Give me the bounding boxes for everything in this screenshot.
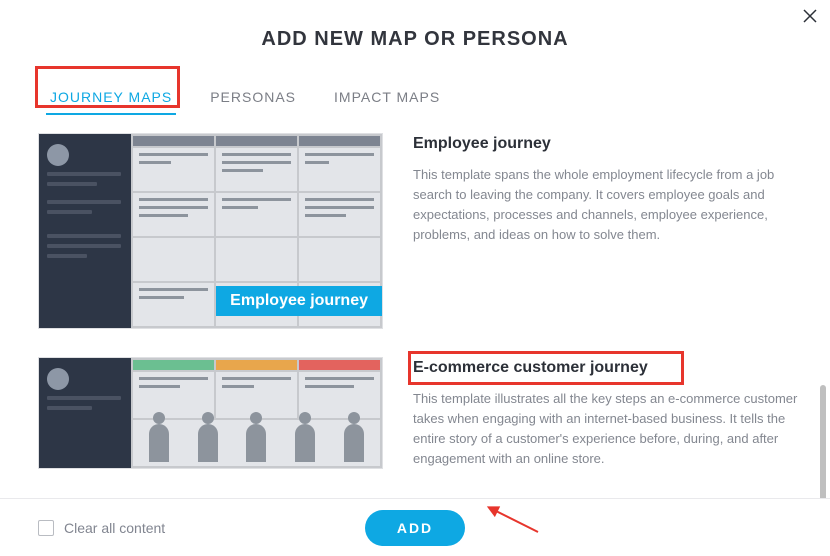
scrollbar-thumb[interactable]	[820, 385, 826, 499]
checkbox-icon	[38, 520, 54, 536]
template-row: E-commerce customer journey This templat…	[38, 357, 814, 470]
tab-personas[interactable]: PERSONAS	[206, 83, 300, 115]
template-description: This template illustrates all the key st…	[413, 389, 814, 470]
tab-impact-maps[interactable]: IMPACT MAPS	[330, 83, 444, 115]
template-thumb-ecommerce[interactable]	[38, 357, 383, 469]
template-info-employee: Employee journey This template spans the…	[413, 133, 814, 329]
close-icon[interactable]	[802, 8, 818, 29]
templates-scroll-area[interactable]: Employee journey Employee journey This t…	[0, 129, 830, 499]
template-description: This template spans the whole employment…	[413, 165, 814, 246]
add-map-modal: ADD NEW MAP OR PERSONA JOURNEY MAPS PERS…	[0, 0, 830, 556]
add-button[interactable]: ADD	[365, 510, 465, 546]
annotation-arrow-icon	[486, 502, 546, 538]
clear-all-checkbox[interactable]: Clear all content	[38, 520, 165, 536]
template-title: Employee journey	[413, 135, 814, 153]
template-thumb-employee[interactable]: Employee journey	[38, 133, 383, 329]
modal-footer: Clear all content ADD	[0, 498, 830, 556]
clear-all-label: Clear all content	[64, 520, 165, 536]
tab-journey-maps[interactable]: JOURNEY MAPS	[46, 83, 176, 115]
template-info-ecommerce: E-commerce customer journey This templat…	[413, 357, 814, 470]
modal-title: ADD NEW MAP OR PERSONA	[0, 0, 830, 51]
template-title: E-commerce customer journey	[413, 359, 814, 377]
tabs-bar: JOURNEY MAPS PERSONAS IMPACT MAPS	[0, 51, 830, 129]
thumb-label: Employee journey	[216, 286, 382, 316]
template-row: Employee journey Employee journey This t…	[38, 133, 814, 329]
